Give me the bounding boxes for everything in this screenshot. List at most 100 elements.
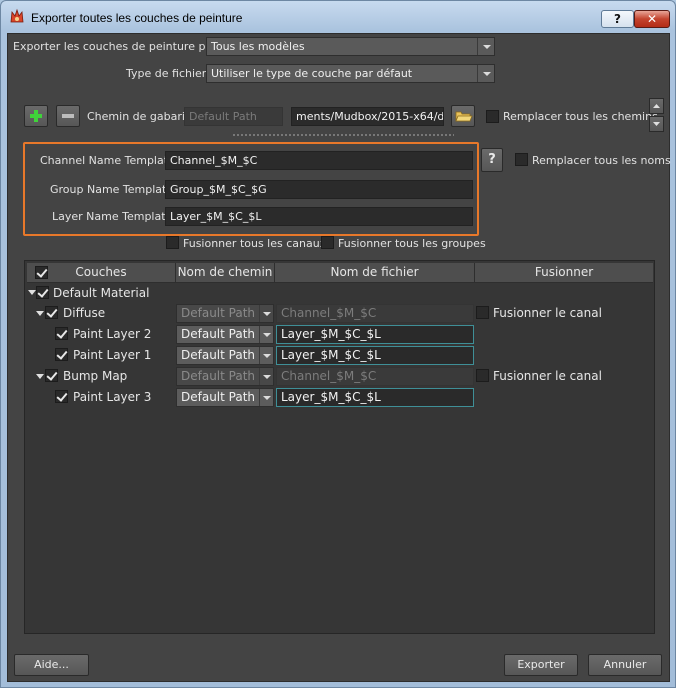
expand-toggle-icon[interactable] (28, 290, 36, 295)
help-button[interactable]: Aide... (14, 654, 89, 676)
file-type-combo[interactable]: Utiliser le type de couche par défaut (206, 64, 495, 83)
path-combo-bump-map: Default Path (176, 367, 274, 386)
header-file-name-label: Nom de fichier (330, 265, 419, 279)
replace-all-names-label: Remplacer tous les noms (532, 154, 671, 167)
template-path-input[interactable]: ments/Mudbox/2015-x64/data (291, 107, 444, 126)
add-button[interactable] (24, 105, 48, 127)
layer-template-label: Layer Name Template: (52, 210, 177, 223)
title-help-button[interactable]: ? (601, 10, 634, 28)
browse-folder-button[interactable] (451, 105, 475, 127)
file-type-value: Utiliser le type de couche par défaut (211, 67, 413, 80)
replace-all-paths-checkbox[interactable] (486, 110, 499, 123)
header-path-name-label: Nom de chemin (177, 265, 273, 279)
chevron-down-icon (259, 305, 273, 322)
merge-checkbox-diffuse[interactable] (476, 306, 489, 319)
dialog-body: Exporter les couches de peinture pour: T… (7, 33, 671, 682)
row-label-paint-layer-2: Paint Layer 2 (73, 327, 152, 341)
plus-icon (30, 110, 42, 122)
merge-checkbox-bump-map[interactable] (476, 369, 489, 382)
header-layers-label: Couches (75, 265, 127, 279)
scroll-down-button[interactable] (649, 116, 664, 132)
channel-template-label: Channel Name Template: (40, 154, 179, 167)
row-checkbox-paint-layer-1[interactable] (55, 348, 68, 361)
path-value-paint-layer-2: Default Path (181, 327, 256, 341)
group-template-value: Group_$M_$C_$G (170, 183, 267, 196)
row-label-diffuse: Diffuse (63, 306, 106, 320)
export-button-label: Exporter (517, 658, 565, 671)
template-path-label: Chemin de gabarit: (87, 110, 193, 123)
expand-toggle-icon[interactable] (36, 374, 44, 379)
export-for-label: Exporter les couches de peinture pour: (13, 40, 228, 53)
file-field-diffuse: Channel_$M_$C (276, 304, 474, 323)
help-button-label: Aide... (34, 658, 69, 671)
help-icon: ? (614, 12, 621, 26)
folder-icon (455, 111, 473, 122)
row-label-paint-layer-3: Paint Layer 3 (73, 390, 152, 404)
channel-template-input[interactable]: Channel_$M_$C (165, 151, 473, 170)
replace-all-names-checkbox[interactable] (515, 153, 528, 166)
row-checkbox-default-material[interactable] (36, 286, 49, 299)
file-value-paint-layer-2: Layer_$M_$C_$L (281, 327, 381, 341)
splitter-handle[interactable] (232, 134, 454, 136)
path-value-paint-layer-1: Default Path (181, 348, 256, 362)
title-bar: Exporter toutes les couches de peinture … (1, 1, 675, 33)
row-checkbox-diffuse[interactable] (45, 306, 58, 319)
group-template-label: Group Name Template: (50, 183, 177, 196)
title-close-button[interactable]: ✕ (634, 10, 670, 28)
merge-label-bump-map: Fusionner le canal (493, 369, 602, 383)
expand-toggle-icon[interactable] (36, 311, 44, 316)
merge-all-channels-checkbox[interactable] (166, 236, 179, 249)
row-checkbox-bump-map[interactable] (45, 369, 58, 382)
minus-icon (62, 114, 74, 118)
path-value-bump-map: Default Path (181, 369, 256, 383)
row-checkbox-paint-layer-3[interactable] (55, 390, 68, 403)
group-template-input[interactable]: Group_$M_$C_$G (165, 180, 473, 199)
question-icon: ? (488, 152, 496, 167)
header-path-name[interactable]: Nom de chemin (176, 263, 275, 283)
export-for-value: Tous les modèles (211, 40, 305, 53)
row-checkbox-paint-layer-2[interactable] (55, 327, 68, 340)
template-path-default-field[interactable]: Default Path (184, 107, 283, 126)
scroll-up-button[interactable] (649, 98, 664, 114)
file-input-paint-layer-1[interactable]: Layer_$M_$C_$L (276, 346, 474, 365)
merge-all-groups-label: Fusionner tous les groupes (338, 237, 486, 250)
merge-all-channels-label: Fusionner tous les canaux (183, 237, 327, 250)
export-button[interactable]: Exporter (504, 654, 578, 676)
cancel-button-label: Annuler (603, 658, 647, 671)
arrow-up-icon (653, 104, 660, 108)
merge-all-groups-checkbox[interactable] (321, 236, 334, 249)
header-merge[interactable]: Fusionner (475, 263, 653, 283)
chevron-down-icon (259, 326, 273, 343)
layers-table: Couches Nom de chemin Nom de fichier Fus… (24, 260, 655, 634)
row-label-default-material: Default Material (53, 286, 150, 300)
close-icon: ✕ (646, 12, 658, 26)
header-file-name[interactable]: Nom de fichier (275, 263, 475, 283)
path-value-paint-layer-3: Default Path (181, 390, 256, 404)
path-combo-paint-layer-3[interactable]: Default Path (176, 388, 274, 407)
export-for-combo[interactable]: Tous les modèles (206, 37, 495, 56)
path-value-diffuse: Default Path (181, 306, 256, 320)
file-value-paint-layer-1: Layer_$M_$C_$L (281, 348, 381, 362)
header-layers[interactable]: Couches (27, 263, 176, 283)
replace-all-paths-label: Remplacer tous les chemins (503, 110, 658, 123)
template-path-value: ments/Mudbox/2015-x64/data (296, 110, 444, 123)
dialog-window: Exporter toutes les couches de peinture … (0, 0, 676, 688)
header-merge-label: Fusionner (534, 265, 594, 279)
file-value-paint-layer-3: Layer_$M_$C_$L (281, 390, 381, 404)
path-combo-paint-layer-2[interactable]: Default Path (176, 325, 274, 344)
header-select-all-checkbox[interactable] (35, 266, 48, 279)
template-path-placeholder: Default Path (189, 110, 257, 123)
chevron-down-icon (259, 347, 273, 364)
file-value-diffuse: Channel_$M_$C (281, 306, 377, 320)
file-input-paint-layer-2[interactable]: Layer_$M_$C_$L (276, 325, 474, 344)
file-type-label: Type de fichier: (126, 67, 210, 80)
layer-template-input[interactable]: Layer_$M_$C_$L (165, 207, 473, 226)
path-combo-diffuse: Default Path (176, 304, 274, 323)
path-combo-paint-layer-1[interactable]: Default Path (176, 346, 274, 365)
cancel-button[interactable]: Annuler (588, 654, 662, 676)
file-value-bump-map: Channel_$M_$C (281, 369, 377, 383)
file-input-paint-layer-3[interactable]: Layer_$M_$C_$L (276, 388, 474, 407)
chevron-down-icon (477, 65, 494, 82)
remove-button[interactable] (56, 105, 80, 127)
template-help-button[interactable]: ? (481, 148, 503, 172)
